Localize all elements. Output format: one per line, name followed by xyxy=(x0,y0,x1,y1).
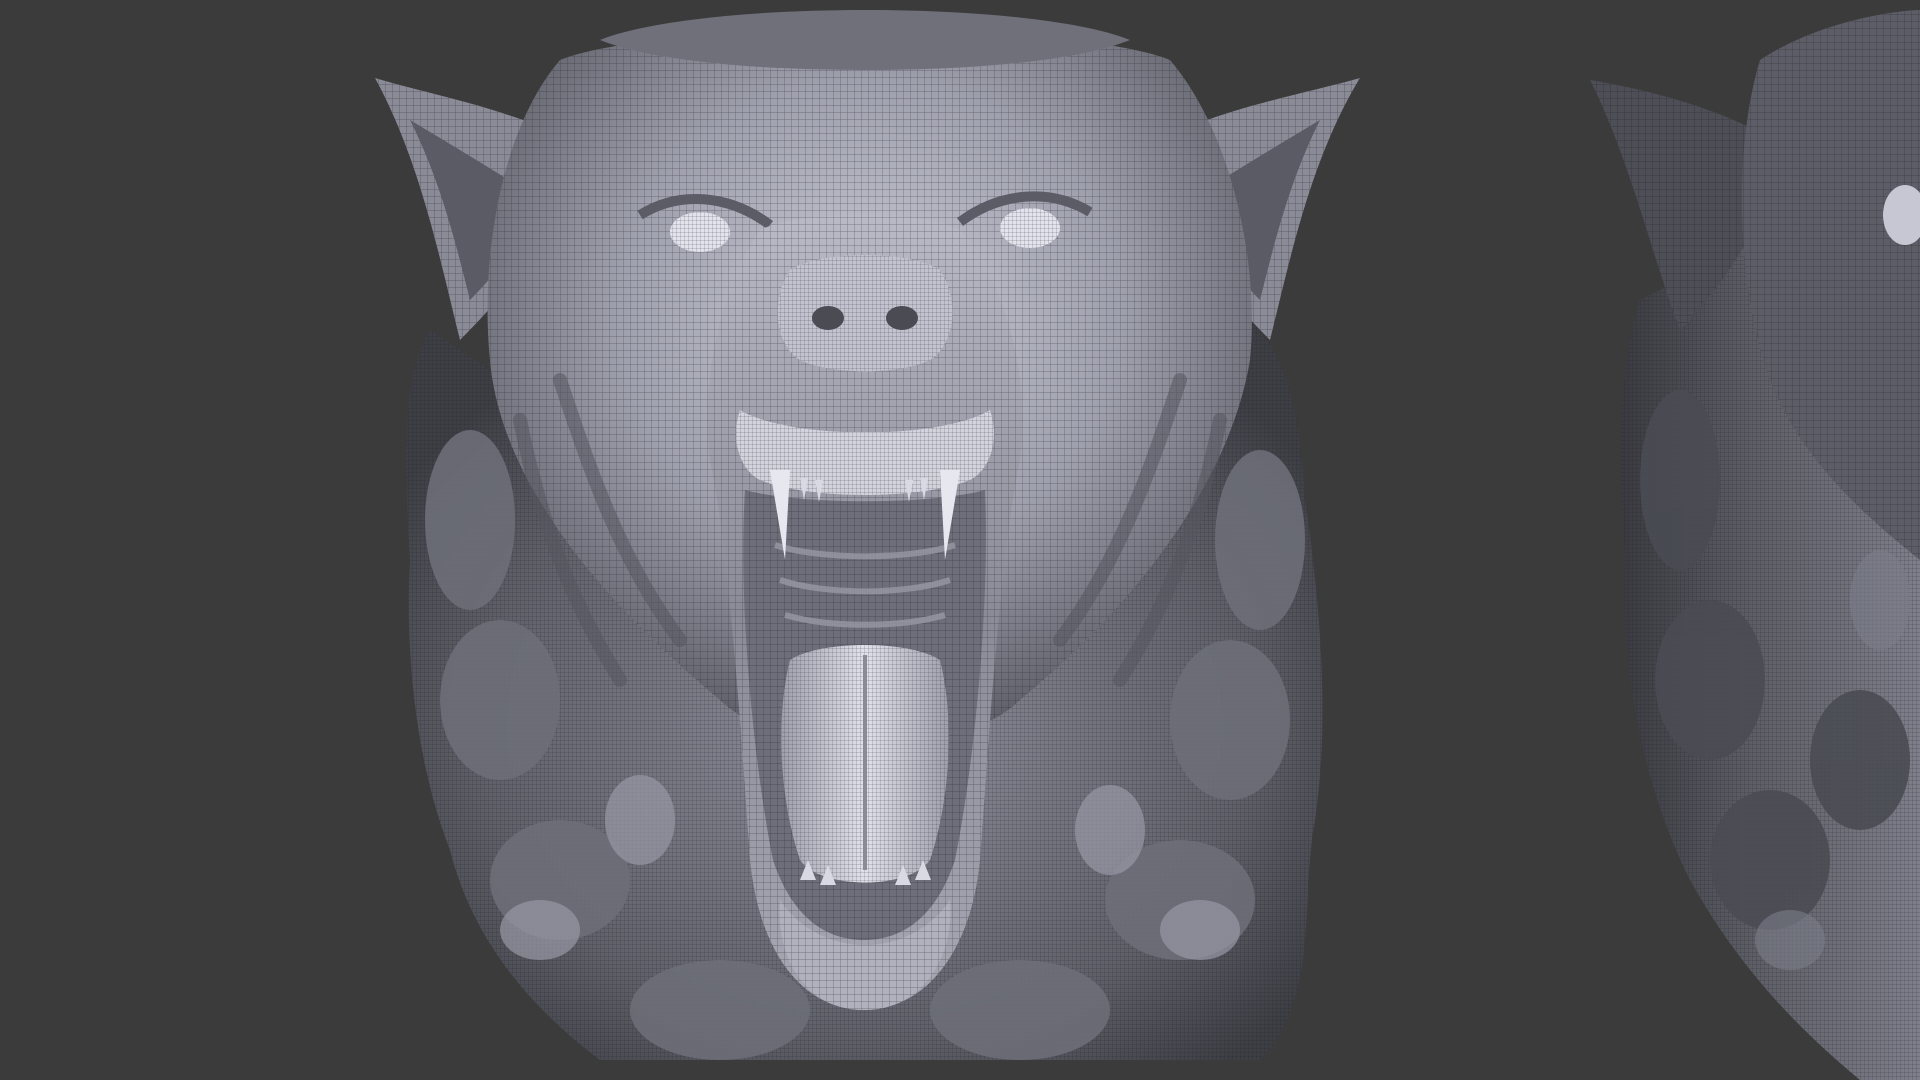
wolf-head-front xyxy=(375,10,1360,1060)
wireframe-render xyxy=(375,10,1920,1080)
3d-viewport[interactable] xyxy=(0,0,1920,1080)
wolf-head-side xyxy=(1590,10,1920,1080)
